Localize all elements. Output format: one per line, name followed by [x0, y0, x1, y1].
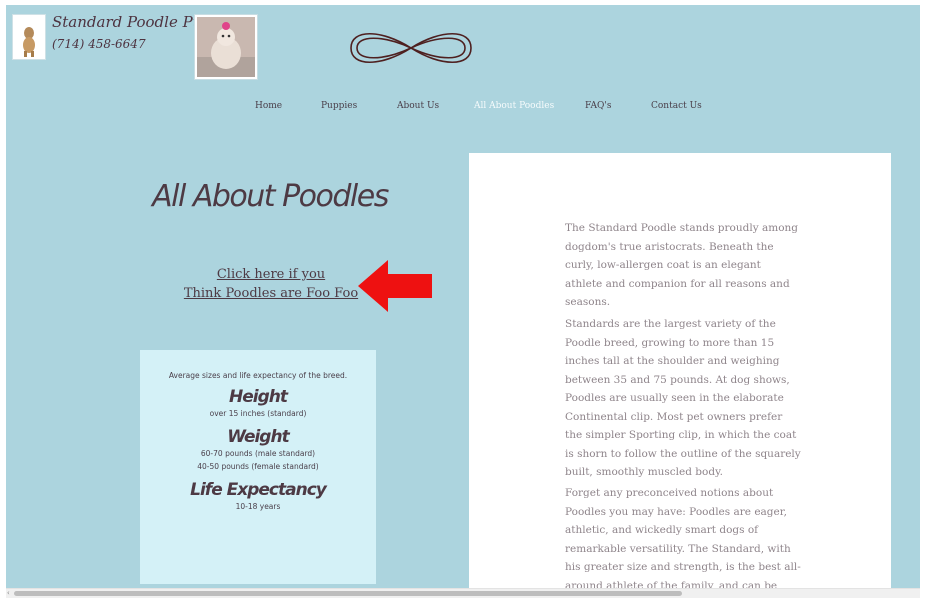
- foo-foo-link-line2[interactable]: Think Poodles are Foo Foo: [166, 284, 376, 303]
- article-paragraph-1: The Standard Poodle stands proudly among…: [565, 222, 798, 308]
- article-panel: The Standard Poodle stands proudly among…: [469, 153, 891, 588]
- life-expectancy-heading: Life Expectancy: [190, 480, 327, 500]
- poodle-icon: [23, 27, 35, 57]
- foo-foo-link-line1[interactable]: Click here if you: [166, 265, 376, 284]
- puppy-photo[interactable]: [194, 14, 258, 80]
- breed-stats-intro: Average sizes and life expectancy of the…: [168, 371, 348, 380]
- foo-foo-link[interactable]: Click here if you Think Poodles are Foo …: [166, 265, 376, 303]
- article-paragraph-3: Forget any preconceived notions about Po…: [565, 487, 801, 588]
- brand-logo-thumbnail[interactable]: [12, 14, 46, 60]
- nav-all-about-poodles[interactable]: All About Poodles: [474, 101, 554, 111]
- scroll-left-icon[interactable]: ‹: [7, 589, 10, 597]
- puppy-image: [197, 17, 255, 77]
- height-heading: Height: [229, 387, 288, 407]
- nav-faqs[interactable]: FAQ's: [585, 101, 611, 111]
- left-arrow-icon: [358, 260, 432, 312]
- weight-heading: Weight: [227, 427, 289, 447]
- nav-contact-us[interactable]: Contact Us: [651, 101, 702, 111]
- nav-about-us[interactable]: About Us: [397, 101, 439, 111]
- nav-puppies[interactable]: Puppies: [321, 101, 357, 111]
- weight-value-male: 60-70 pounds (male standard): [200, 449, 316, 458]
- article-paragraph-2: Standards are the largest variety of the…: [565, 318, 801, 478]
- page-title: All About Poodles: [152, 179, 389, 214]
- scrollbar-thumb[interactable]: [14, 591, 682, 596]
- life-expectancy-value: 10-18 years: [235, 502, 281, 511]
- brand-phone: (714) 458-6647: [52, 37, 146, 51]
- height-value: over 15 inches (standard): [209, 409, 307, 418]
- page: Standard Poodle Pups (714) 458-6647 Home…: [6, 5, 920, 588]
- infinity-knot-icon: [350, 32, 472, 64]
- breed-stats-box: Average sizes and life expectancy of the…: [140, 350, 376, 584]
- nav-home[interactable]: Home: [255, 101, 282, 111]
- weight-value-female: 40-50 pounds (female standard): [197, 462, 319, 471]
